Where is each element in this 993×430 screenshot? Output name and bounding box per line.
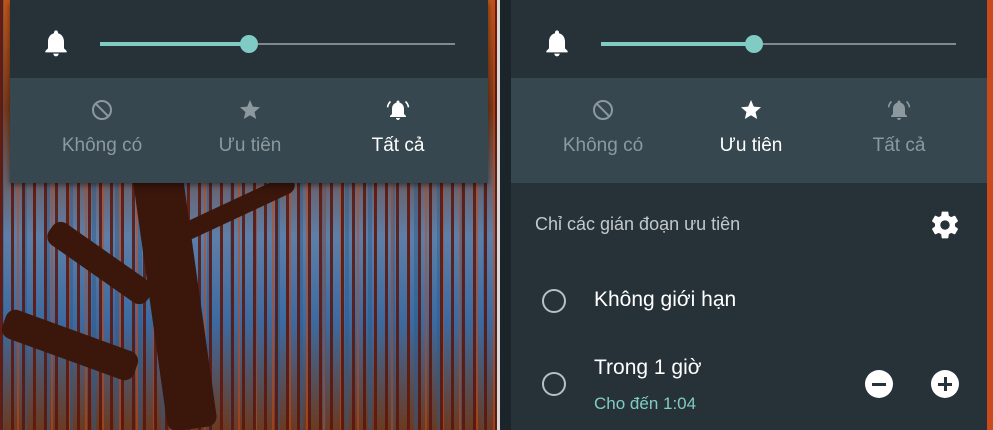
option-radio-unlimited[interactable] <box>542 289 566 313</box>
left-volume-panel: Không có Ưu tiên Tất cả <box>10 0 488 183</box>
interruption-mode-bar: Không có Ưu tiên Tất cả <box>511 78 987 183</box>
bell-icon <box>45 30 67 57</box>
mode-none-button[interactable]: Không có <box>528 78 678 183</box>
screen-divider <box>497 0 500 430</box>
mode-label: Tất cả <box>872 135 926 156</box>
mode-label: Ưu tiên <box>719 135 783 156</box>
block-icon <box>593 100 613 120</box>
minus-icon <box>872 382 886 386</box>
block-icon <box>92 100 112 120</box>
option-label-unlimited[interactable]: Không giới hạn <box>594 288 736 312</box>
mode-label: Ưu tiên <box>218 135 282 156</box>
mode-label: Không có <box>61 135 143 156</box>
option-sublabel-until: Cho đến 1:04 <box>594 394 697 413</box>
ringing-bell-icon <box>386 100 410 120</box>
volume-slider-row <box>511 0 987 78</box>
interruption-mode-bar: Không có Ưu tiên Tất cả <box>10 78 488 183</box>
volume-slider-thumb[interactable] <box>240 35 258 53</box>
volume-slider-thumb[interactable] <box>745 35 763 53</box>
mode-all-button[interactable]: Tất cả <box>323 78 473 183</box>
option-label-one-hour[interactable]: Trong 1 giờ <box>594 356 702 380</box>
mode-label: Không có <box>562 135 644 156</box>
volume-track-fill <box>100 42 249 46</box>
tree-branch <box>172 173 298 245</box>
mode-label: Tất cả <box>371 135 425 156</box>
mode-priority-button[interactable]: Ưu tiên <box>676 78 826 183</box>
ringing-bell-icon <box>887 100 911 120</box>
mode-priority-button[interactable]: Ưu tiên <box>175 78 325 183</box>
tree-branch <box>0 306 141 384</box>
mode-none-button[interactable]: Không có <box>27 78 177 183</box>
plus-icon-vertical <box>943 377 947 391</box>
volume-track-fill <box>601 42 754 46</box>
priority-section-title: Chỉ các gián đoạn ưu tiên <box>535 214 741 234</box>
right-volume-panel: Không có Ưu tiên Tất cả Chỉ các gián đoạ… <box>511 0 987 430</box>
bell-icon <box>546 30 568 57</box>
option-radio-one-hour[interactable] <box>542 372 566 396</box>
star-icon <box>240 100 260 119</box>
decrease-time-button[interactable] <box>865 370 893 398</box>
gear-icon[interactable] <box>929 209 961 241</box>
volume-slider-row <box>10 0 488 78</box>
wallpaper-edge <box>987 0 993 430</box>
increase-time-button[interactable] <box>931 370 959 398</box>
mode-all-button[interactable]: Tất cả <box>824 78 974 183</box>
star-icon <box>741 100 761 119</box>
